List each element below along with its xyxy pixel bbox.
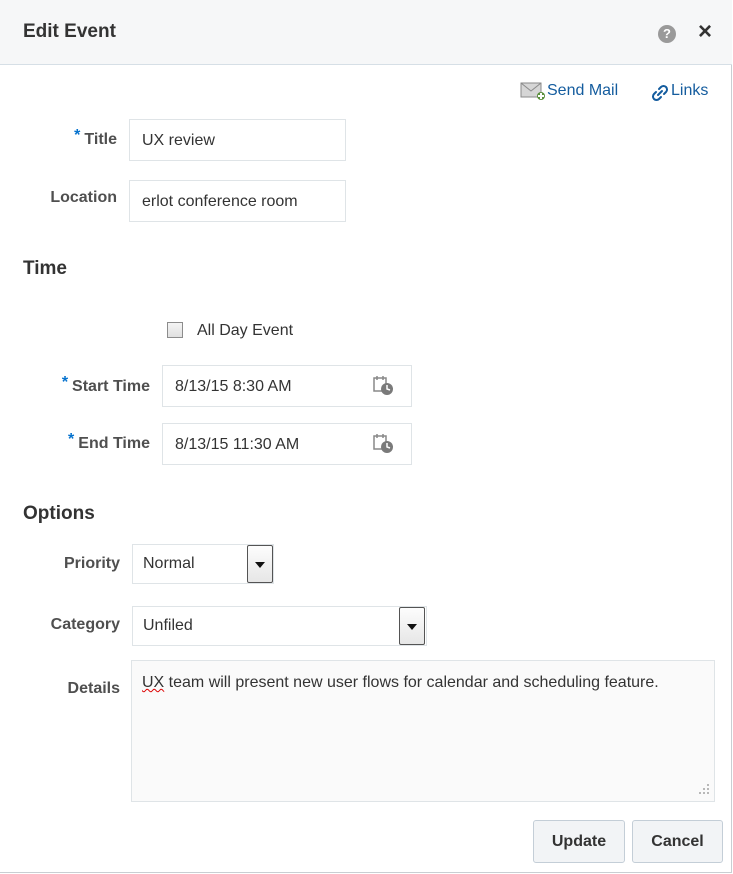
category-label: Category: [50, 616, 120, 633]
title-field[interactable]: UX review: [129, 119, 346, 161]
required-marker: *: [68, 431, 75, 448]
update-button[interactable]: Update: [533, 820, 625, 863]
calendar-clock-icon[interactable]: [372, 374, 394, 396]
title-label: * Title: [40, 127, 117, 149]
all-day-label: All Day Event: [197, 322, 294, 339]
edit-event-dialog: Edit Event ? × Send Mail Links * Title UX…: [0, 0, 732, 873]
details-textarea[interactable]: UX team will present new user flows for …: [131, 660, 715, 802]
category-value: Unfiled: [143, 617, 193, 634]
end-time-label: * End Time: [20, 431, 150, 453]
resize-grip-icon[interactable]: [695, 780, 711, 796]
time-section-heading: Time: [23, 258, 68, 279]
title-label-text: Title: [84, 131, 117, 148]
mail-icon: [520, 82, 545, 100]
required-marker: *: [61, 374, 69, 391]
chain-link-icon: [651, 84, 669, 102]
help-icon[interactable]: ?: [658, 25, 676, 43]
dialog-title: Edit Event: [23, 21, 116, 42]
chevron-down-icon[interactable]: [247, 545, 273, 583]
location-label: Location: [50, 189, 117, 206]
close-icon[interactable]: ×: [698, 19, 712, 45]
end-time-label-text: End Time: [78, 435, 150, 452]
options-section-heading: Options: [23, 503, 95, 524]
chevron-down-icon[interactable]: [399, 607, 425, 645]
all-day-checkbox[interactable]: [167, 322, 183, 338]
start-time-label: * Start Time: [20, 374, 150, 396]
required-marker: *: [74, 127, 81, 144]
details-text: team will present new user flows for cal…: [164, 674, 659, 691]
details-misspelled-word: UX: [142, 674, 165, 691]
category-select[interactable]: Unfiled: [132, 606, 427, 646]
dialog-header: Edit Event ? ×: [0, 0, 732, 65]
priority-label: Priority: [63, 555, 120, 572]
links-label: Links: [671, 82, 709, 99]
send-mail-label: Send Mail: [547, 82, 619, 99]
end-time-value: 8/13/15 11:30 AM: [175, 436, 300, 453]
start-time-value: 8/13/15 8:30 AM: [175, 378, 292, 395]
calendar-clock-icon[interactable]: [372, 432, 394, 454]
start-time-label-text: Start Time: [72, 378, 150, 395]
priority-value: Normal: [143, 555, 195, 572]
cancel-button[interactable]: Cancel: [632, 820, 723, 863]
details-label: Details: [67, 680, 120, 697]
location-field[interactable]: erlot conference room: [129, 180, 346, 222]
